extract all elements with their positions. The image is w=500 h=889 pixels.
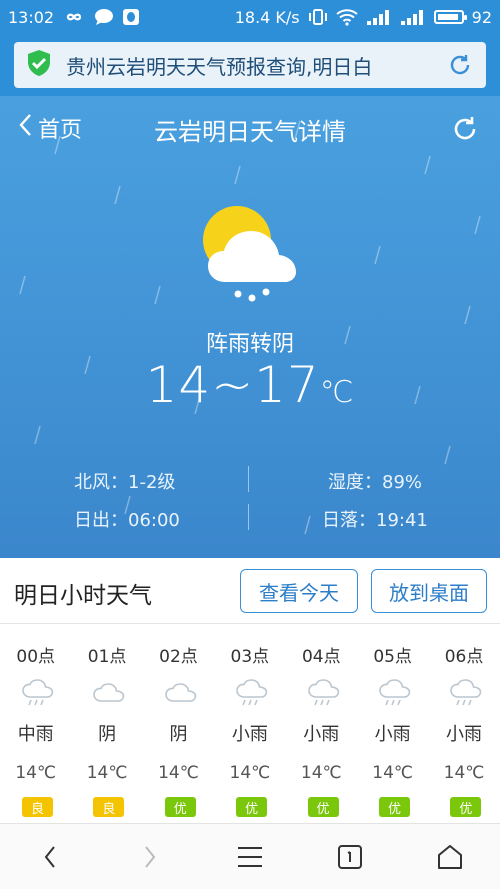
hour-temp: 14℃	[443, 763, 485, 783]
hour-condition: 中雨	[17, 724, 54, 745]
qq-icon	[122, 8, 140, 26]
hour-item: 03点 小雨 14℃ 优	[214, 625, 285, 821]
vibrate-icon	[308, 8, 328, 26]
battery-level: 92	[471, 7, 492, 27]
hour-condition: 小雨	[231, 724, 268, 745]
browser-back-button[interactable]	[0, 824, 100, 889]
tabs-count-icon	[338, 844, 362, 869]
hour-temp: 14℃	[372, 763, 414, 783]
hour-condition: 小雨	[446, 724, 483, 745]
hour-item: 01点 阴 14℃ 良	[71, 625, 142, 821]
home-icon	[438, 844, 462, 869]
aqi-badge: 优	[164, 797, 196, 817]
menu-icon	[238, 846, 262, 867]
hour-item: 02点 阴 14℃ 优	[143, 625, 214, 821]
hour-temp: 14℃	[229, 763, 271, 783]
overcast-cloud-icon	[164, 683, 197, 702]
hour-time: 01点	[87, 647, 127, 667]
rain-cloud-icon	[307, 679, 339, 706]
home-button[interactable]	[400, 824, 500, 889]
divider	[248, 504, 249, 530]
hourly-forecast: 00点 中雨 14℃ 良 01点 阴 14℃ 良 02点 阴 14℃ 优 03点…	[0, 625, 500, 821]
hour-condition: 阴	[169, 724, 188, 745]
reload-icon[interactable]	[446, 51, 474, 79]
aqi-badge: 优	[450, 797, 482, 817]
aqi-badge: 优	[236, 797, 268, 817]
weather-details: 北风：1-2级 湿度：89% 日出：06:00 日落：19:41	[0, 458, 500, 538]
hour-time: 06点	[444, 647, 484, 667]
hour-condition: 阴	[98, 724, 117, 745]
hour-time: 04点	[301, 647, 341, 667]
menu-button[interactable]	[200, 824, 300, 889]
hour-condition: 小雨	[303, 724, 340, 745]
overcast-cloud-icon	[93, 683, 125, 702]
aqi-badge: 良	[22, 797, 53, 817]
chevron-left-icon	[44, 845, 55, 868]
address-bar[interactable]: 贵州云岩明天天气预报查询,明日白	[14, 42, 486, 88]
sunrise-info: 日出：06:00	[74, 510, 180, 531]
hour-temp: 14℃	[300, 763, 342, 783]
hourly-title: 明日小时天气	[14, 583, 152, 609]
hourly-header: 明日小时天气 查看今天 放到桌面	[0, 558, 500, 624]
signal-3g-icon	[400, 8, 426, 26]
humidity-info: 湿度：89%	[328, 472, 423, 493]
network-speed: 18.4 K/s	[234, 7, 300, 27]
shower-sun-icon	[203, 206, 296, 302]
shield-check-icon	[26, 49, 52, 81]
hour-condition: 小雨	[374, 724, 411, 745]
hour-item: 06点 小雨 14℃ 优	[428, 625, 499, 821]
temperature: 14~17℃	[0, 356, 500, 414]
status-time: 13:02	[8, 7, 55, 27]
browser-forward-button[interactable]	[100, 824, 200, 889]
browser-toolbar: 贵州云岩明天天气预报查询,明日白	[0, 34, 500, 96]
browser-bottom-nav	[0, 823, 500, 889]
weather-condition: 阵雨转阴	[205, 332, 294, 357]
divider	[248, 466, 249, 492]
wifi-icon	[336, 8, 358, 26]
rain-cloud-icon	[22, 679, 54, 706]
rain-cloud-icon	[450, 679, 482, 706]
aqi-badge: 优	[307, 797, 339, 817]
address-text[interactable]: 贵州云岩明天天气预报查询,明日白	[66, 51, 446, 80]
add-to-desktop-button[interactable]: 放到桌面	[371, 569, 487, 613]
temperature-unit: ℃	[319, 375, 355, 410]
rain-cloud-icon	[236, 679, 268, 706]
hour-item: 00点 中雨 14℃ 良	[0, 625, 71, 821]
hour-temp: 14℃	[15, 763, 57, 783]
message-icon	[94, 8, 114, 26]
aqi-badge: 优	[378, 797, 410, 817]
infinity-icon	[62, 10, 86, 24]
wind-info: 北风：1-2级	[74, 472, 176, 493]
hour-temp: 14℃	[158, 763, 199, 783]
hour-temp: 14℃	[86, 763, 128, 783]
refresh-icon[interactable]	[450, 114, 480, 144]
hour-time: 03点	[230, 647, 270, 667]
aqi-badge: 良	[93, 797, 125, 817]
sunset-info: 日落：19:41	[322, 510, 428, 531]
temperature-range: 14~17	[145, 356, 320, 414]
chevron-right-icon	[145, 845, 156, 868]
status-bar: 13:02 18.4 K/s 92	[0, 0, 500, 34]
rain-cloud-icon	[379, 679, 411, 706]
page-title: 云岩明日天气详情	[154, 118, 346, 146]
signal-icon	[366, 8, 392, 26]
hour-time: 05点	[373, 647, 412, 667]
hour-time: 00点	[16, 647, 56, 667]
weather-panel: 首页 云岩明日天气详情 阵雨转阴 14~17℃ 北风：1-2级 湿度：89% 日…	[0, 96, 500, 558]
view-today-button[interactable]: 查看今天	[240, 569, 358, 613]
hour-item: 05点 小雨 14℃ 优	[357, 625, 428, 821]
tabs-button[interactable]	[300, 824, 400, 889]
hour-time: 02点	[159, 647, 198, 667]
battery-icon	[433, 10, 467, 24]
hour-item: 04点 小雨 14℃ 优	[286, 625, 357, 821]
